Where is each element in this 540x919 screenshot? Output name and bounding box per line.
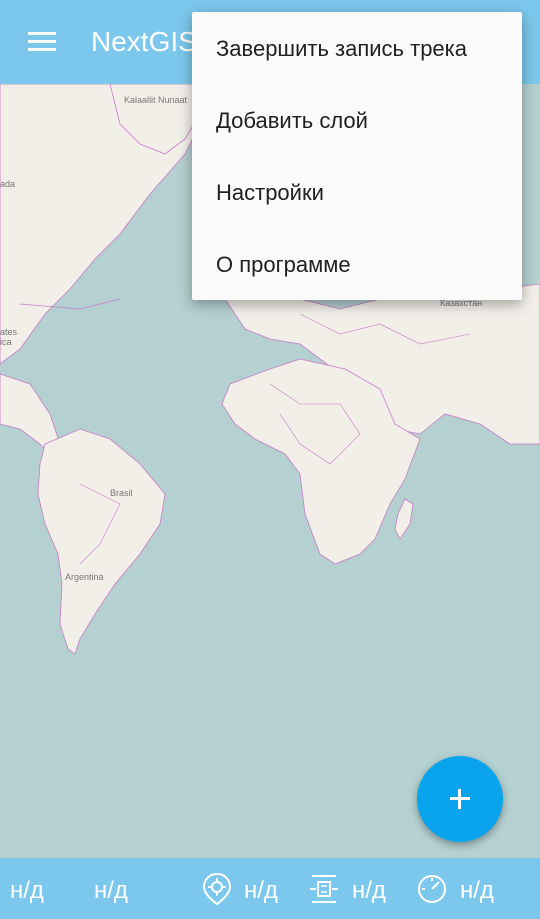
status-accuracy: н/д (10, 877, 44, 904)
status-altitude: н/д (94, 877, 128, 904)
status-satellites: н/д (352, 877, 386, 904)
map-label-brazil: Brasil (110, 488, 133, 498)
menu-item-about[interactable]: О программе (216, 252, 351, 278)
location-pin-icon (202, 872, 232, 906)
status-bar: н/д н/д н/д н/д н/д (0, 858, 540, 919)
add-fab-button[interactable] (417, 756, 503, 842)
status-speed: н/д (460, 877, 494, 904)
menu-item-add-layer[interactable]: Добавить слой (216, 108, 368, 134)
overflow-menu: Завершить запись трека Добавить слой Нас… (192, 12, 522, 300)
status-location: н/д (244, 877, 278, 904)
menu-item-settings[interactable]: Настройки (216, 180, 324, 206)
satellite-signal-icon (310, 875, 338, 903)
map-label-states-partial-2: ica (0, 337, 12, 347)
speedometer-icon (418, 875, 446, 903)
app-title: NextGIS (91, 26, 197, 57)
map-label-canada-partial: ada (0, 179, 15, 189)
map-label-argentina: Argentina (65, 572, 104, 582)
menu-button[interactable] (14, 20, 70, 64)
map-label-states-partial-1: ates (0, 327, 18, 337)
map-label-greenland: Kalaallit Nunaat (124, 95, 188, 105)
menu-item-stop-track[interactable]: Завершить запись трека (216, 36, 467, 62)
